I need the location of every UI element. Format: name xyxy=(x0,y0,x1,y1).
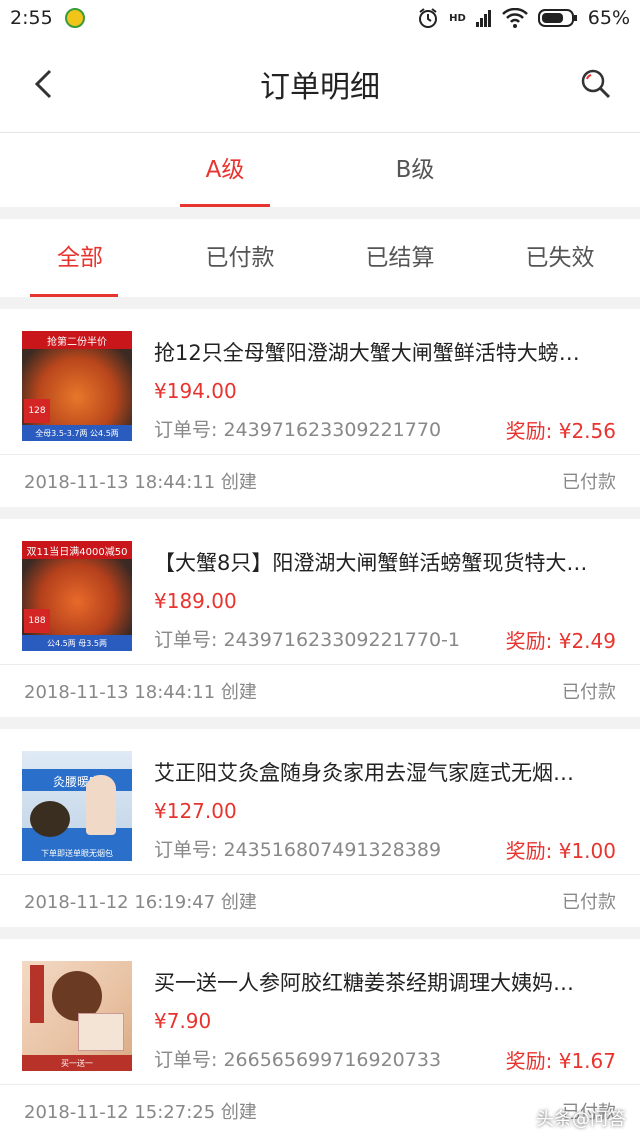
order-number: 订单号: 266565699716920733 xyxy=(154,1049,442,1071)
status-bar: 2:55 HD 65% xyxy=(0,0,640,36)
thumbnail-caption-bottom: 全母3.5-3.7两 公4.5两 xyxy=(35,429,119,438)
product-name[interactable]: 艾正阳艾灸盒随身灸家用去湿气家庭式无烟… xyxy=(154,757,616,787)
order-status: 已付款 xyxy=(562,472,616,493)
search-icon[interactable] xyxy=(578,66,614,102)
signal-icon xyxy=(475,10,491,27)
watermark-logo-icon xyxy=(508,1107,530,1129)
product-thumbnail[interactable]: 抢第二份半价 128 全母3.5-3.7两 公4.5两 xyxy=(22,331,132,441)
divider xyxy=(0,207,640,219)
order-number: 订单号: 243971623309221770 xyxy=(154,419,442,441)
tab-paid[interactable]: 已付款 xyxy=(160,219,320,297)
alarm-icon xyxy=(419,8,438,28)
product-price: ¥127.00 xyxy=(154,799,237,823)
tab-level-b[interactable]: B级 xyxy=(370,133,460,207)
tab-settled[interactable]: 已结算 xyxy=(320,219,480,297)
battery-icon xyxy=(537,9,577,27)
thumbnail-price-tag: 128 xyxy=(24,399,50,423)
watermark-text: 头条@问答 xyxy=(536,1109,626,1130)
thumbnail-caption: 双11当日满4000减50 xyxy=(26,547,128,558)
tea-box-image xyxy=(78,1013,124,1051)
order-card[interactable]: 双11当日满4000减50 188 公4.5两 母3.5两 【大蟹8只】阳澄湖大… xyxy=(0,519,640,717)
reward-amount: 奖励: ¥2.49 xyxy=(505,629,616,653)
order-status: 已付款 xyxy=(562,682,616,703)
product-name[interactable]: 买一送一人参阿胶红糖姜茶经期调理大姨妈… xyxy=(154,967,616,997)
product-thumbnail[interactable]: 买一送一 xyxy=(22,961,132,1071)
header: 订单明细 xyxy=(0,36,640,133)
network-label: HD xyxy=(449,12,466,24)
product-price: ¥194.00 xyxy=(154,379,237,403)
reward-amount: 奖励: ¥2.56 xyxy=(505,419,616,443)
page-title: 订单明细 xyxy=(260,70,380,105)
order-status: 已付款 xyxy=(562,892,616,913)
wifi-icon xyxy=(501,8,528,28)
moxa-box-image xyxy=(30,801,70,837)
order-list: 抢第二份半价 128 全母3.5-3.7两 公4.5两 抢12只全母蟹阳澄湖大蟹… xyxy=(0,309,640,1137)
order-card[interactable]: 灸腰暖宫 下单即送单眼无烟包 艾正阳艾灸盒随身灸家用去湿气家庭式无烟… ¥127… xyxy=(0,729,640,927)
order-number: 订单号: 243971623309221770-1 xyxy=(154,629,460,651)
thumbnail-caption-bottom: 买一送一 xyxy=(61,1059,93,1068)
tab-invalid[interactable]: 已失效 xyxy=(480,219,640,297)
status-time: 2:55 xyxy=(10,7,53,29)
status-tabs: 全部 已付款 已结算 已失效 xyxy=(0,219,640,297)
thumbnail-price-tag: 188 xyxy=(24,609,50,633)
product-price: ¥7.90 xyxy=(154,1009,212,1033)
created-time: 2018-11-12 15:27:25 创建 xyxy=(24,1102,257,1123)
created-time: 2018-11-12 16:19:47 创建 xyxy=(24,892,257,913)
order-number: 订单号: 243516807491328389 xyxy=(154,839,442,861)
battery-percent: 65% xyxy=(587,7,630,29)
thumbnail-caption: 抢第二份半价 xyxy=(47,337,107,348)
thumbnail-caption-bottom: 公4.5两 母3.5两 xyxy=(47,639,107,648)
reward-amount: 奖励: ¥1.00 xyxy=(505,839,616,863)
created-time: 2018-11-13 18:44:11 创建 xyxy=(24,472,257,493)
model-figure xyxy=(86,775,116,835)
reward-amount: 奖励: ¥1.67 xyxy=(505,1049,616,1073)
product-thumbnail[interactable]: 灸腰暖宫 下单即送单眼无烟包 xyxy=(22,751,132,861)
product-thumbnail[interactable]: 双11当日满4000减50 188 公4.5两 母3.5两 xyxy=(22,541,132,651)
product-name[interactable]: 抢12只全母蟹阳澄湖大蟹大闸蟹鲜活特大螃… xyxy=(154,337,616,367)
product-name[interactable]: 【大蟹8只】阳澄湖大闸蟹鲜活螃蟹现货特大… xyxy=(154,547,616,577)
app-notification-icon xyxy=(64,8,85,28)
created-time: 2018-11-13 18:44:11 创建 xyxy=(24,682,257,703)
thumbnail-caption-bottom: 下单即送单眼无烟包 xyxy=(41,849,113,858)
product-price: ¥189.00 xyxy=(154,589,237,613)
tab-all[interactable]: 全部 xyxy=(0,219,160,297)
level-tabs: A级 B级 xyxy=(0,133,640,207)
tab-level-a[interactable]: A级 xyxy=(180,133,270,207)
tea-package-image xyxy=(30,965,44,1023)
order-card[interactable]: 抢第二份半价 128 全母3.5-3.7两 公4.5两 抢12只全母蟹阳澄湖大蟹… xyxy=(0,309,640,507)
watermark: 头条@问答 xyxy=(508,1105,626,1131)
